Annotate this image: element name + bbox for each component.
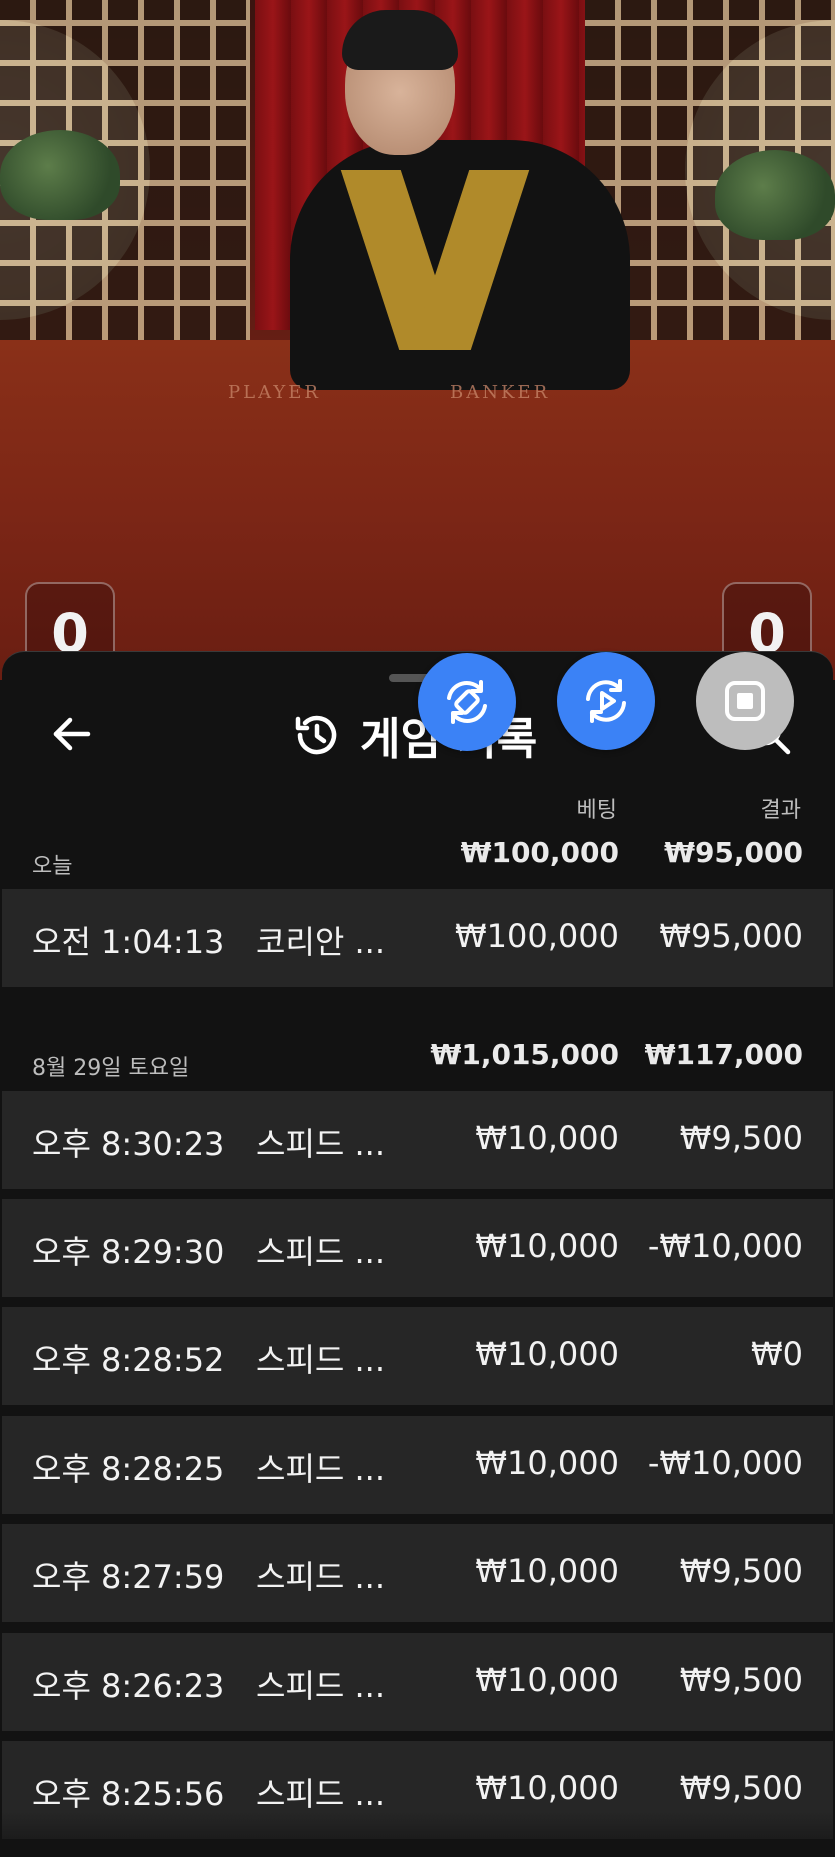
- row-time: 오후 8:28:25: [32, 1450, 225, 1488]
- row-result: ₩9,500: [679, 1552, 803, 1590]
- row-time: 오후 8:26:23: [32, 1667, 225, 1705]
- stop-button[interactable]: [696, 652, 794, 750]
- row-time: 오전 1:04:13: [32, 923, 225, 961]
- row-game: 코리안 ...: [256, 923, 386, 961]
- row-time: 오후 8:25:56: [32, 1775, 225, 1813]
- row-bet: ₩10,000: [475, 1119, 619, 1157]
- row-result: ₩0: [751, 1335, 803, 1373]
- row-game: 스피드 ...: [256, 1667, 386, 1705]
- table-row[interactable]: 오후 8:30:23 스피드 ... ₩10,000 ₩9,500: [2, 1091, 833, 1189]
- table-row[interactable]: 오전 1:04:13 코리안 ... ₩100,000 ₩95,000: [2, 889, 833, 987]
- replay-video-icon: [586, 679, 626, 723]
- list-bottom-fade: [2, 1812, 833, 1857]
- arrow-left-icon[interactable]: [48, 710, 96, 758]
- group-date: 8월 29일 토요일: [32, 1056, 190, 1081]
- row-game: 스피드 ...: [256, 1233, 386, 1271]
- history-icon: [295, 715, 337, 755]
- row-bet: ₩10,000: [475, 1769, 619, 1807]
- bonsai-right: [715, 150, 835, 240]
- group-header-aug29: 8월 29일 토요일 ₩1,015,000 ₩117,000: [2, 1022, 833, 1082]
- table-banker-label: BANKER: [450, 382, 551, 403]
- row-game: 스피드 ...: [256, 1341, 386, 1379]
- row-game: 스피드 ...: [256, 1125, 386, 1163]
- bonsai-left: [0, 130, 120, 220]
- row-game: 스피드 ...: [256, 1450, 386, 1488]
- table-row[interactable]: 오후 8:26:23 스피드 ... ₩10,000 ₩9,500: [2, 1633, 833, 1731]
- row-bet: ₩10,000: [475, 1444, 619, 1482]
- table-row[interactable]: 오후 8:28:52 스피드 ... ₩10,000 ₩0: [2, 1307, 833, 1405]
- row-bet: ₩10,000: [475, 1552, 619, 1590]
- group-date: 오늘: [32, 854, 73, 879]
- group-total-bet: ₩100,000: [460, 836, 619, 869]
- row-time: 오후 8:27:59: [32, 1558, 225, 1596]
- row-time: 오후 8:29:30: [32, 1233, 225, 1271]
- row-time: 오후 8:30:23: [32, 1125, 225, 1163]
- row-bet: ₩10,000: [475, 1227, 619, 1265]
- dealer-hair: [342, 10, 458, 70]
- row-result: ₩9,500: [679, 1769, 803, 1807]
- row-result: ₩95,000: [659, 917, 803, 955]
- baccarat-table: [0, 340, 835, 680]
- row-result: ₩9,500: [679, 1661, 803, 1699]
- group-total-result: ₩95,000: [664, 836, 803, 869]
- row-result: -₩10,000: [647, 1444, 803, 1482]
- row-bet: ₩10,000: [475, 1335, 619, 1373]
- row-game: 스피드 ...: [256, 1558, 386, 1596]
- replay-video-button[interactable]: [557, 652, 655, 750]
- row-time: 오후 8:28:52: [32, 1341, 225, 1379]
- table-row[interactable]: 오후 8:29:30 스피드 ... ₩10,000 -₩10,000: [2, 1199, 833, 1297]
- table-player-label: PLAYER: [228, 382, 321, 403]
- row-bet: ₩100,000: [455, 917, 619, 955]
- table-row[interactable]: 오후 8:28:25 스피드 ... ₩10,000 -₩10,000: [2, 1416, 833, 1514]
- rotate-screen-button[interactable]: [418, 653, 516, 751]
- game-history-sheet: 게임 기록 베팅 결과 오늘 ₩100,000 ₩95,000 오전 1:04:…: [2, 651, 833, 1857]
- rotate-screen-icon: [447, 680, 487, 724]
- row-result: -₩10,000: [647, 1227, 803, 1265]
- group-header-today: 오늘 ₩100,000 ₩95,000: [2, 820, 833, 880]
- table-row[interactable]: 오후 8:27:59 스피드 ... ₩10,000 ₩9,500: [2, 1524, 833, 1622]
- row-game: 스피드 ...: [256, 1775, 386, 1813]
- group-total-result: ₩117,000: [644, 1038, 803, 1071]
- row-bet: ₩10,000: [475, 1661, 619, 1699]
- row-result: ₩9,500: [679, 1119, 803, 1157]
- group-total-bet: ₩1,015,000: [430, 1038, 619, 1071]
- live-video-background: PLAYER BANKER 0 0: [0, 0, 835, 680]
- stop-icon: [725, 681, 765, 721]
